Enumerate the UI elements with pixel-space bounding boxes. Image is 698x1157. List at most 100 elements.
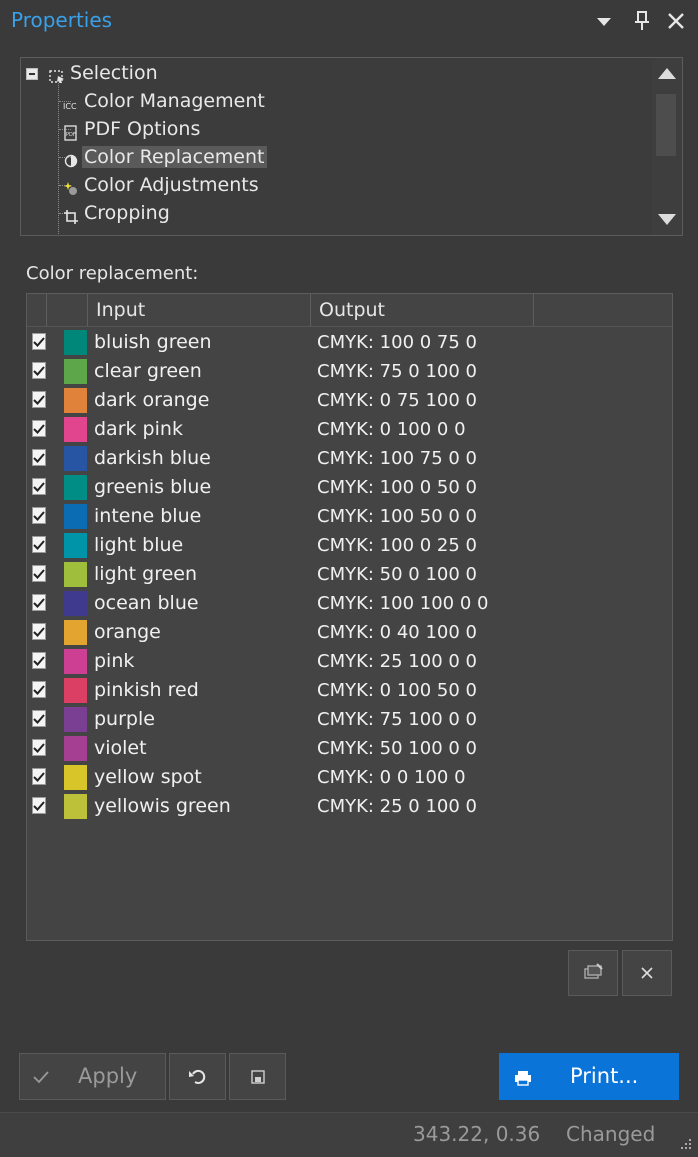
table-row[interactable]: yellow spot CMYK: 0 0 100 0 bbox=[27, 763, 672, 792]
checkmark-icon bbox=[33, 366, 45, 376]
row-checkbox[interactable] bbox=[32, 333, 46, 350]
row-checkbox[interactable] bbox=[32, 739, 46, 756]
table-row[interactable]: clear green CMYK: 75 0 100 0 bbox=[27, 357, 672, 386]
row-checkbox[interactable] bbox=[32, 652, 46, 669]
row-checkbox[interactable] bbox=[32, 710, 46, 727]
table-row[interactable]: pinkish red CMYK: 0 100 50 0 bbox=[27, 676, 672, 705]
input-color-name: darkish blue bbox=[94, 447, 211, 469]
table-row[interactable]: bluish green CMYK: 100 0 75 0 bbox=[27, 328, 672, 357]
row-checkbox[interactable] bbox=[32, 623, 46, 640]
table-row[interactable]: greenis blue CMYK: 100 0 50 0 bbox=[27, 473, 672, 502]
output-color-value: CMYK: 75 0 100 0 bbox=[317, 361, 478, 382]
input-color-name: light blue bbox=[94, 534, 184, 556]
checkmark-icon bbox=[33, 453, 45, 463]
resize-grip-icon[interactable] bbox=[678, 1137, 692, 1151]
crop-icon bbox=[63, 206, 79, 224]
output-color-value: CMYK: 25 0 100 0 bbox=[317, 796, 478, 817]
tree-scrollbar[interactable] bbox=[652, 58, 682, 235]
table-row[interactable]: ocean blue CMYK: 100 100 0 0 bbox=[27, 589, 672, 618]
input-color-name: orange bbox=[94, 621, 161, 643]
row-checkbox[interactable] bbox=[32, 391, 46, 408]
output-color-value: CMYK: 0 0 100 0 bbox=[317, 767, 466, 788]
row-checkbox[interactable] bbox=[32, 420, 46, 437]
properties-tree[interactable]: Selection ICC Color Management PDF PDF O… bbox=[20, 57, 683, 236]
table-row[interactable]: yellowis green CMYK: 25 0 100 0 bbox=[27, 792, 672, 821]
dropdown-menu-icon[interactable] bbox=[592, 9, 616, 33]
input-color-name: greenis blue bbox=[94, 476, 212, 498]
header-check-column bbox=[27, 294, 47, 326]
header-output[interactable]: Output bbox=[311, 294, 534, 326]
checkmark-icon bbox=[33, 772, 45, 782]
output-color-value: CMYK: 100 100 0 0 bbox=[317, 593, 489, 614]
color-replacement-grid[interactable]: Input Output bluish green CMYK: 100 0 75 … bbox=[26, 293, 673, 941]
input-color-name: yellowis green bbox=[94, 795, 231, 817]
tree-item-color-management[interactable]: ICC Color Management bbox=[63, 88, 267, 114]
undo-icon bbox=[189, 1069, 206, 1084]
color-swatch bbox=[64, 417, 87, 442]
close-icon[interactable] bbox=[664, 9, 688, 33]
row-checkbox[interactable] bbox=[32, 449, 46, 466]
color-replacement-icon bbox=[63, 150, 79, 167]
table-row[interactable]: light green CMYK: 50 0 100 0 bbox=[27, 560, 672, 589]
cursor-coordinates: 343.22, 0.36 bbox=[413, 1122, 541, 1146]
color-swatch bbox=[64, 475, 87, 500]
undo-button[interactable] bbox=[169, 1053, 226, 1100]
row-checkbox[interactable] bbox=[32, 478, 46, 495]
pin-icon[interactable] bbox=[630, 9, 654, 33]
table-row[interactable]: pink CMYK: 25 100 0 0 bbox=[27, 647, 672, 676]
row-checkbox[interactable] bbox=[32, 507, 46, 524]
checkmark-icon bbox=[33, 685, 45, 695]
edit-icon bbox=[584, 963, 603, 979]
row-checkbox[interactable] bbox=[32, 681, 46, 698]
input-color-name: purple bbox=[94, 708, 155, 730]
table-row[interactable]: purple CMYK: 75 100 0 0 bbox=[27, 705, 672, 734]
output-color-value: CMYK: 100 75 0 0 bbox=[317, 448, 478, 469]
row-checkbox[interactable] bbox=[32, 536, 46, 553]
output-color-value: CMYK: 75 100 0 0 bbox=[317, 709, 478, 730]
row-checkbox[interactable] bbox=[32, 565, 46, 582]
checkmark-icon bbox=[33, 801, 45, 811]
output-color-value: CMYK: 0 100 50 0 bbox=[317, 680, 478, 701]
svg-text:PDF: PDF bbox=[66, 132, 76, 138]
color-swatch bbox=[64, 707, 87, 732]
table-row[interactable]: light blue CMYK: 100 0 25 0 bbox=[27, 531, 672, 560]
apply-button[interactable]: Apply bbox=[19, 1053, 166, 1100]
save-button[interactable] bbox=[229, 1053, 286, 1100]
tree-item-pdf-options[interactable]: PDF PDF Options bbox=[63, 116, 202, 142]
color-swatch bbox=[64, 736, 87, 761]
selection-icon bbox=[49, 66, 65, 83]
row-checkbox[interactable] bbox=[32, 594, 46, 611]
printer-icon bbox=[515, 1071, 531, 1086]
color-replacement-label: Color replacement: bbox=[26, 263, 199, 284]
table-row[interactable]: orange CMYK: 0 40 100 0 bbox=[27, 618, 672, 647]
print-button[interactable]: Print... bbox=[499, 1053, 679, 1100]
input-color-name: light green bbox=[94, 563, 198, 585]
tree-item-color-replacement[interactable]: Color Replacement bbox=[63, 144, 267, 170]
scroll-up-icon[interactable] bbox=[658, 68, 676, 79]
row-checkbox[interactable] bbox=[32, 797, 46, 814]
checkmark-icon bbox=[33, 743, 45, 753]
input-color-name: violet bbox=[94, 737, 147, 759]
header-input[interactable]: Input bbox=[88, 294, 311, 326]
save-icon bbox=[251, 1070, 265, 1084]
checkmark-icon bbox=[33, 337, 45, 347]
scroll-down-icon[interactable] bbox=[658, 214, 676, 225]
scrollbar-thumb[interactable] bbox=[656, 94, 676, 156]
tree-item-color-adjustments[interactable]: Color Adjustments bbox=[63, 172, 261, 198]
color-swatch bbox=[64, 330, 87, 355]
row-checkbox[interactable] bbox=[32, 362, 46, 379]
input-color-name: intene blue bbox=[94, 505, 202, 527]
edit-replacement-button[interactable] bbox=[568, 950, 618, 996]
checkmark-icon bbox=[33, 627, 45, 637]
remove-replacement-button[interactable] bbox=[622, 950, 672, 996]
table-row[interactable]: dark pink CMYK: 0 100 0 0 bbox=[27, 415, 672, 444]
table-row[interactable]: darkish blue CMYK: 100 75 0 0 bbox=[27, 444, 672, 473]
collapse-toggle-icon[interactable] bbox=[26, 68, 38, 80]
tree-item-cropping[interactable]: Cropping bbox=[63, 200, 172, 226]
tree-item-selection[interactable]: Selection bbox=[25, 60, 160, 86]
color-swatch bbox=[64, 504, 87, 529]
row-checkbox[interactable] bbox=[32, 768, 46, 785]
table-row[interactable]: intene blue CMYK: 100 50 0 0 bbox=[27, 502, 672, 531]
table-row[interactable]: dark orange CMYK: 0 75 100 0 bbox=[27, 386, 672, 415]
table-row[interactable]: violet CMYK: 50 100 0 0 bbox=[27, 734, 672, 763]
